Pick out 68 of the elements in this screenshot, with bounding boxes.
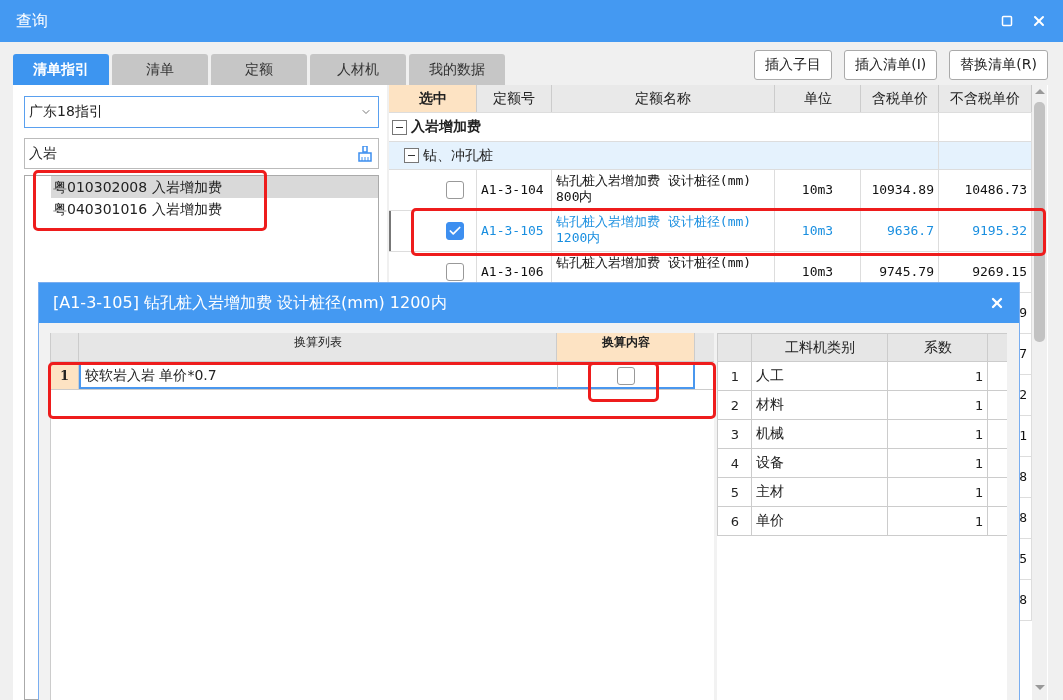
table-cell: 钻孔桩入岩增加费 设计桩径(mm) 1200内 (552, 211, 775, 251)
table-cell: 1 (888, 362, 989, 390)
row-number: 3 (718, 420, 753, 448)
table-cell: 材料 (752, 391, 889, 419)
collapse-toggle[interactable] (392, 119, 407, 135)
table-cell: 2 (1019, 387, 1027, 403)
group-label: 入岩增加费 (411, 118, 481, 136)
collapse-toggle[interactable] (404, 148, 419, 163)
table-cell: 主材 (752, 478, 889, 506)
dialog-title: [A1-3-105] 钻孔桩入岩增加费 设计桩径(mm) 1200内 (53, 292, 447, 314)
table-cell: 10m3 (775, 170, 861, 210)
window-title: 查询 (16, 10, 49, 32)
column-header[interactable]: 不含税单价 (939, 85, 1032, 112)
table-cell: 8 (1019, 592, 1027, 608)
row-number: 5 (718, 478, 753, 506)
column-header[interactable]: 系数 (888, 334, 989, 361)
table-cell: 单价 (752, 507, 889, 535)
table-cell: 1 (888, 449, 989, 477)
table-cell: 1 (888, 420, 989, 448)
table-cell: 1 (888, 507, 989, 535)
table-cell: 5 (1019, 551, 1027, 567)
table-cell: 7 (1019, 346, 1027, 362)
column-header[interactable]: 定额名称 (552, 85, 775, 112)
tab[interactable]: 定额 (211, 54, 307, 85)
row-number: 1 (718, 362, 753, 390)
table-cell: 8 (1019, 469, 1027, 485)
table-cell: 8 (1019, 510, 1027, 526)
table-cell: 9636.7 (861, 211, 939, 251)
table-cell: 10934.89 (861, 170, 939, 210)
table-cell: 机械 (752, 420, 889, 448)
table-cell: A1-3-105 (477, 211, 552, 251)
list-item[interactable]: 粤040301016 入岩增加费 (51, 198, 378, 220)
action-button[interactable]: 插入子目 (754, 50, 833, 80)
checkbox[interactable] (446, 222, 464, 240)
action-button[interactable]: 插入清单(I) (844, 50, 938, 80)
brush-icon[interactable] (358, 145, 372, 162)
row-number: 4 (718, 449, 753, 477)
tab[interactable]: 我的数据 (409, 54, 505, 85)
column-header[interactable]: 工料机类别 (752, 334, 889, 361)
column-header[interactable]: 换算内容 (557, 333, 695, 361)
check-icon (448, 224, 462, 238)
table-cell: 1 (1019, 428, 1027, 444)
tab[interactable]: 人材机 (310, 54, 406, 85)
search-field[interactable]: 入岩 (24, 138, 379, 169)
checkbox[interactable] (446, 263, 464, 281)
checkbox[interactable] (616, 366, 635, 385)
guide-dropdown[interactable]: 广东18指引 (24, 96, 379, 128)
table-cell: 1 (888, 478, 989, 506)
table-cell: 1 (888, 391, 989, 419)
maximize-icon[interactable] (999, 13, 1015, 29)
tab[interactable]: 清单 (112, 54, 208, 85)
table-cell: 设备 (752, 449, 889, 477)
scrollbar[interactable] (1032, 85, 1047, 700)
column-header[interactable]: 含税单价 (861, 85, 939, 112)
column-header[interactable]: 选中 (389, 85, 477, 112)
table-cell: 人工 (752, 362, 889, 390)
table-cell: A1-3-104 (477, 170, 552, 210)
table-cell: 10m3 (775, 211, 861, 251)
table-cell: 9 (1019, 305, 1027, 321)
column-header[interactable]: 单位 (775, 85, 861, 112)
row-number: 6 (718, 507, 753, 535)
column-header[interactable]: 定额号 (477, 85, 552, 112)
list-item[interactable]: 粤010302008 入岩增加费 (51, 176, 378, 198)
table-cell: 钻孔桩入岩增加费 设计桩径(mm) 800内 (552, 170, 775, 210)
group-label: 钻、冲孔桩 (423, 146, 493, 165)
row-number: 2 (718, 391, 753, 419)
checkbox[interactable] (446, 181, 464, 199)
action-button[interactable]: 替换清单(R) (949, 50, 1048, 80)
